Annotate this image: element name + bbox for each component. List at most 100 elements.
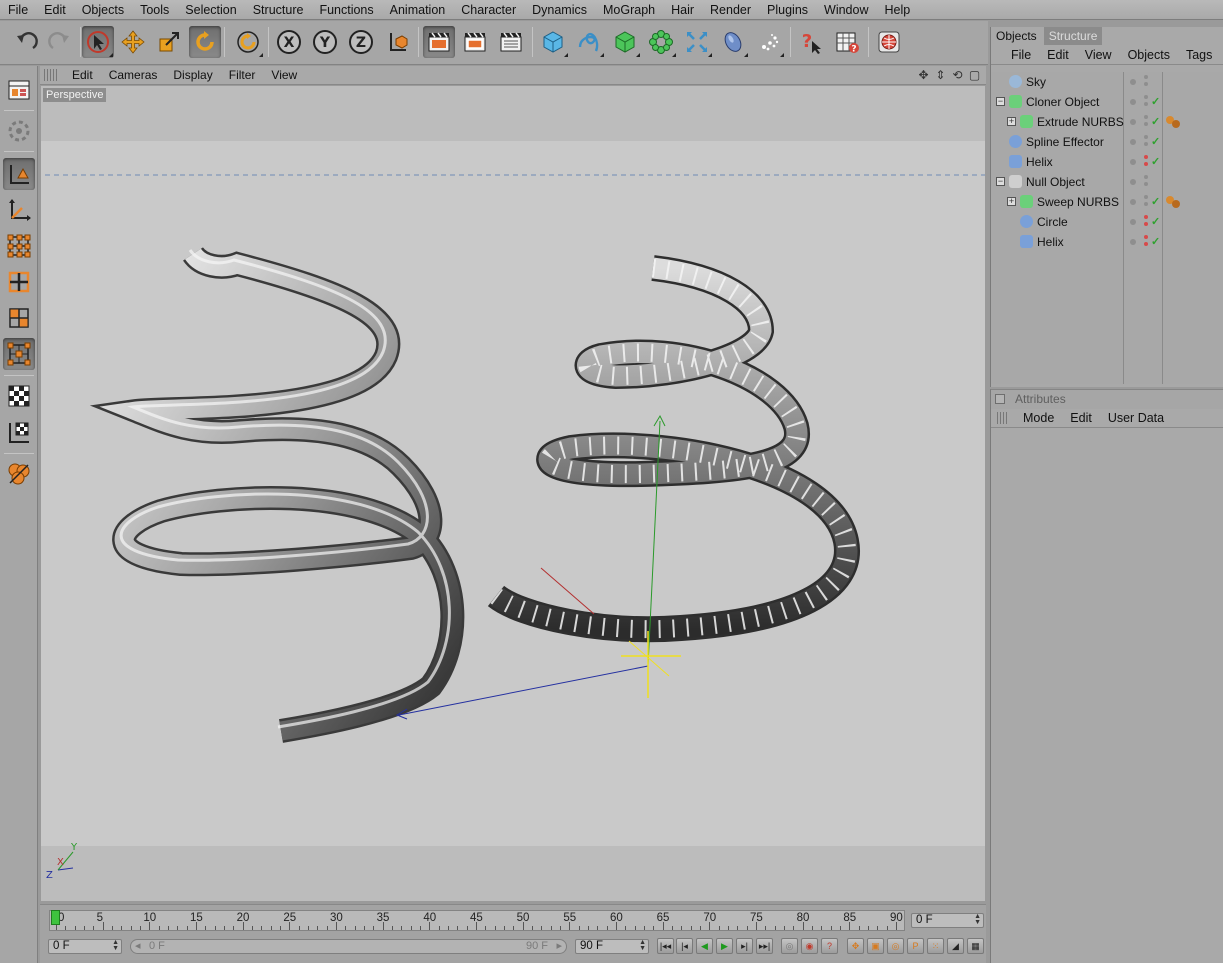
om-menu-objects[interactable]: Objects: [1120, 46, 1178, 65]
menu-file[interactable]: File: [0, 0, 36, 20]
keyframe-selection-icon[interactable]: ?: [821, 938, 838, 954]
collapse-toggle-icon[interactable]: −: [996, 97, 1005, 106]
object-row-helix[interactable]: Helix ✓: [991, 152, 1223, 172]
x-axis-lock-icon[interactable]: X: [273, 26, 305, 58]
om-menu-edit[interactable]: Edit: [1039, 46, 1077, 65]
texture-axis-tool-icon[interactable]: [3, 416, 35, 448]
render-settings-icon[interactable]: [495, 26, 527, 58]
object-row-circle[interactable]: Circle ✓: [991, 212, 1223, 232]
rotate-icon[interactable]: [189, 26, 221, 58]
spline-tool-icon[interactable]: [573, 26, 605, 58]
attr-menu-edit[interactable]: Edit: [1062, 409, 1100, 428]
current-frame-field[interactable]: 0 F ▲ ▼: [911, 913, 984, 928]
array-icon[interactable]: [645, 26, 677, 58]
om-menu-file[interactable]: File: [1003, 46, 1039, 65]
cube-primitive-icon[interactable]: [537, 26, 569, 58]
object-row-null-object[interactable]: − Null Object: [991, 172, 1223, 192]
interpolation-icon[interactable]: ◢: [947, 938, 964, 954]
tab-structure[interactable]: Structure: [1043, 27, 1103, 45]
live-selection-icon[interactable]: [82, 26, 114, 58]
y-axis-lock-icon[interactable]: Y: [309, 26, 341, 58]
record-keyframe-icon[interactable]: ◎: [781, 938, 798, 954]
animation-mode-icon[interactable]: [3, 338, 35, 370]
dolly-view-icon[interactable]: ⇕: [933, 68, 948, 83]
parameter-key-icon[interactable]: P: [907, 938, 924, 954]
rotate-view-icon[interactable]: ⟲: [950, 68, 965, 83]
timeline-ruler[interactable]: 0 5 10 15 20 25 30 35 40 45 50 55 60 65 70 75 80 85 90: [49, 910, 905, 931]
extrude-nurbs-spring[interactable]: [89, 246, 465, 743]
menu-mograph[interactable]: MoGraph: [595, 0, 663, 20]
timeline-settings-icon[interactable]: ▦: [967, 938, 984, 954]
end-frame-field[interactable]: 90 F ▲ ▼: [575, 939, 649, 954]
object-row-sweep-nurbs[interactable]: + Sweep NURBS ✓: [991, 192, 1223, 212]
panel-grip-icon[interactable]: [997, 412, 1009, 424]
collapse-toggle-icon[interactable]: −: [996, 177, 1005, 186]
menu-dynamics[interactable]: Dynamics: [524, 0, 595, 20]
nurbs-icon[interactable]: [609, 26, 641, 58]
coordinate-system-icon[interactable]: [381, 26, 413, 58]
move-icon[interactable]: [117, 26, 149, 58]
menu-functions[interactable]: Functions: [311, 0, 381, 20]
previous-key-icon[interactable]: |◂: [676, 938, 693, 954]
material-tag-icon[interactable]: [1165, 195, 1181, 209]
viewport-menu-view[interactable]: View: [263, 66, 305, 85]
slider-left-arrow-icon[interactable]: ◂: [135, 940, 141, 953]
viewport-menu-cameras[interactable]: Cameras: [101, 66, 166, 85]
next-key-icon[interactable]: ▸|: [736, 938, 753, 954]
attr-menu-user-data[interactable]: User Data: [1100, 409, 1172, 428]
start-frame-field[interactable]: 0 F ▲ ▼: [48, 939, 122, 954]
point-level-key-icon[interactable]: ⁙: [927, 938, 944, 954]
object-row-spline-effector[interactable]: Spline Effector ✓: [991, 132, 1223, 152]
viewport-menu-filter[interactable]: Filter: [221, 66, 264, 85]
internet-icon[interactable]: [873, 26, 905, 58]
tab-objects[interactable]: Objects: [991, 27, 1042, 45]
attr-menu-mode[interactable]: Mode: [1015, 409, 1062, 428]
om-menu-tags[interactable]: Tags: [1178, 46, 1220, 65]
menu-hair[interactable]: Hair: [663, 0, 702, 20]
perspective-viewport[interactable]: Perspective Y X Z: [41, 86, 985, 901]
deformer-icon[interactable]: [681, 26, 713, 58]
scale-icon[interactable]: [153, 26, 185, 58]
use-model-mode-icon[interactable]: [3, 74, 35, 106]
menu-window[interactable]: Window: [816, 0, 876, 20]
environment-icon[interactable]: [717, 26, 749, 58]
undo-icon[interactable]: [10, 26, 42, 58]
menu-render[interactable]: Render: [702, 0, 759, 20]
move-view-icon[interactable]: ✥: [916, 68, 931, 83]
edges-tool-icon[interactable]: [3, 266, 35, 298]
object-axis-tool-icon[interactable]: [3, 194, 35, 226]
menu-plugins[interactable]: Plugins: [759, 0, 816, 20]
redo-icon[interactable]: [44, 26, 76, 58]
object-row-sky[interactable]: Sky: [991, 72, 1223, 92]
workplane-tool-icon[interactable]: [3, 458, 35, 490]
expand-toggle-icon[interactable]: +: [1007, 197, 1016, 206]
menu-selection[interactable]: Selection: [177, 0, 244, 20]
points-tool-icon[interactable]: [3, 230, 35, 262]
rotation-key-icon[interactable]: ◎: [887, 938, 904, 954]
menu-help[interactable]: Help: [877, 0, 919, 20]
go-to-start-icon[interactable]: |◂◂: [657, 938, 674, 954]
scale-key-icon[interactable]: ▣: [867, 938, 884, 954]
texture-tool-icon[interactable]: [3, 380, 35, 412]
camera-icon[interactable]: [753, 26, 785, 58]
menu-structure[interactable]: Structure: [245, 0, 312, 20]
model-tool-icon[interactable]: [3, 158, 35, 190]
slider-right-arrow-icon[interactable]: ▸: [556, 940, 562, 953]
object-row-cloner[interactable]: − Cloner Object ✓: [991, 92, 1223, 112]
autokeying-icon[interactable]: ◉: [801, 938, 818, 954]
expand-toggle-icon[interactable]: +: [1007, 117, 1016, 126]
panel-toggle-icon[interactable]: [995, 394, 1005, 404]
play-backwards-icon[interactable]: ◀: [696, 938, 713, 954]
recent-tool-icon[interactable]: [232, 26, 264, 58]
make-editable-icon[interactable]: [3, 115, 35, 147]
menu-tools[interactable]: Tools: [132, 0, 177, 20]
object-row-helix-2[interactable]: Helix ✓: [991, 232, 1223, 252]
om-menu-view[interactable]: View: [1077, 46, 1120, 65]
material-tag-icon[interactable]: [1165, 115, 1181, 129]
content-browser-icon[interactable]: ?: [831, 26, 863, 58]
panel-grip-icon[interactable]: [44, 69, 58, 81]
toggle-view-icon[interactable]: ▢: [967, 68, 982, 83]
menu-edit[interactable]: Edit: [36, 0, 74, 20]
play-forwards-icon[interactable]: ▶: [716, 938, 733, 954]
position-key-icon[interactable]: ✥: [847, 938, 864, 954]
